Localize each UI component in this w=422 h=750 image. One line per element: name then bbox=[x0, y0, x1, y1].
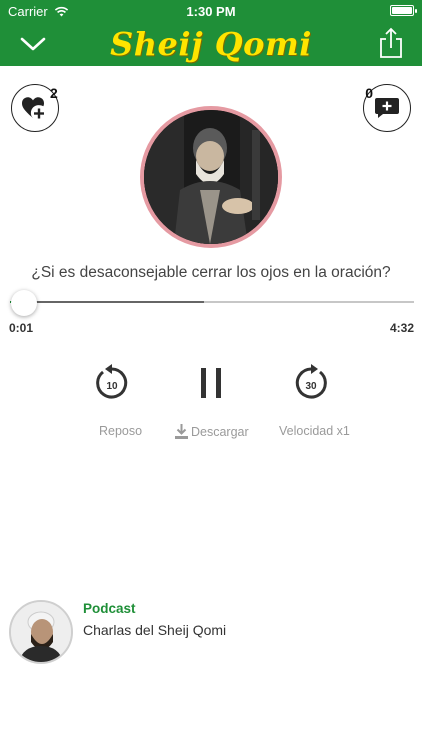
pause-icon bbox=[201, 368, 221, 398]
time-total: 4:32 bbox=[389, 321, 414, 335]
status-time: 1:30 PM bbox=[186, 4, 236, 19]
track-title: ¿Si es desaconsejable cerrar los ojos en… bbox=[31, 264, 391, 281]
podcast-avatar[interactable] bbox=[9, 600, 73, 664]
rewind-button[interactable]: 10 bbox=[93, 364, 131, 402]
podcast-label: Podcast bbox=[83, 601, 136, 616]
heart-plus-icon bbox=[22, 97, 44, 119]
forward-30-icon: 30 bbox=[295, 364, 327, 399]
like-count: 2 bbox=[50, 85, 58, 101]
speed-button[interactable]: Velocidad x1 bbox=[279, 424, 350, 438]
options-row: Reposo Descargar Velocidad x1 bbox=[0, 424, 422, 440]
app-title: Sheij Qomi bbox=[110, 25, 312, 63]
rewind-10-icon: 10 bbox=[96, 364, 128, 399]
nav-bar: Sheij Qomi bbox=[0, 22, 422, 66]
rewind-seconds: 10 bbox=[106, 381, 118, 392]
download-icon bbox=[175, 424, 188, 439]
sleep-label: Reposo bbox=[99, 424, 143, 438]
progress-slider[interactable] bbox=[10, 301, 414, 303]
share-icon[interactable] bbox=[378, 27, 404, 59]
forward-button[interactable]: 30 bbox=[292, 364, 330, 402]
download-label: Descargar bbox=[191, 424, 249, 439]
time-elapsed: 0:01 bbox=[9, 321, 34, 335]
speed-label: Velocidad x1 bbox=[279, 424, 350, 438]
progress-buffer bbox=[10, 301, 204, 303]
forward-seconds: 30 bbox=[305, 381, 317, 392]
podcast-name[interactable]: Charlas del Sheij Qomi bbox=[83, 622, 226, 638]
status-bar: Carrier 1:30 PM bbox=[0, 0, 422, 22]
comment-count: 0 bbox=[365, 85, 373, 101]
battery-icon bbox=[390, 5, 417, 16]
pause-button[interactable] bbox=[194, 366, 228, 400]
comment-plus-icon bbox=[375, 98, 399, 118]
download-button[interactable]: Descargar bbox=[175, 424, 249, 439]
sleep-button[interactable]: Reposo bbox=[99, 424, 142, 438]
track-artwork bbox=[140, 106, 282, 248]
progress-knob[interactable] bbox=[10, 290, 37, 316]
app-header: Carrier 1:30 PM Sheij Qomi bbox=[0, 0, 422, 66]
